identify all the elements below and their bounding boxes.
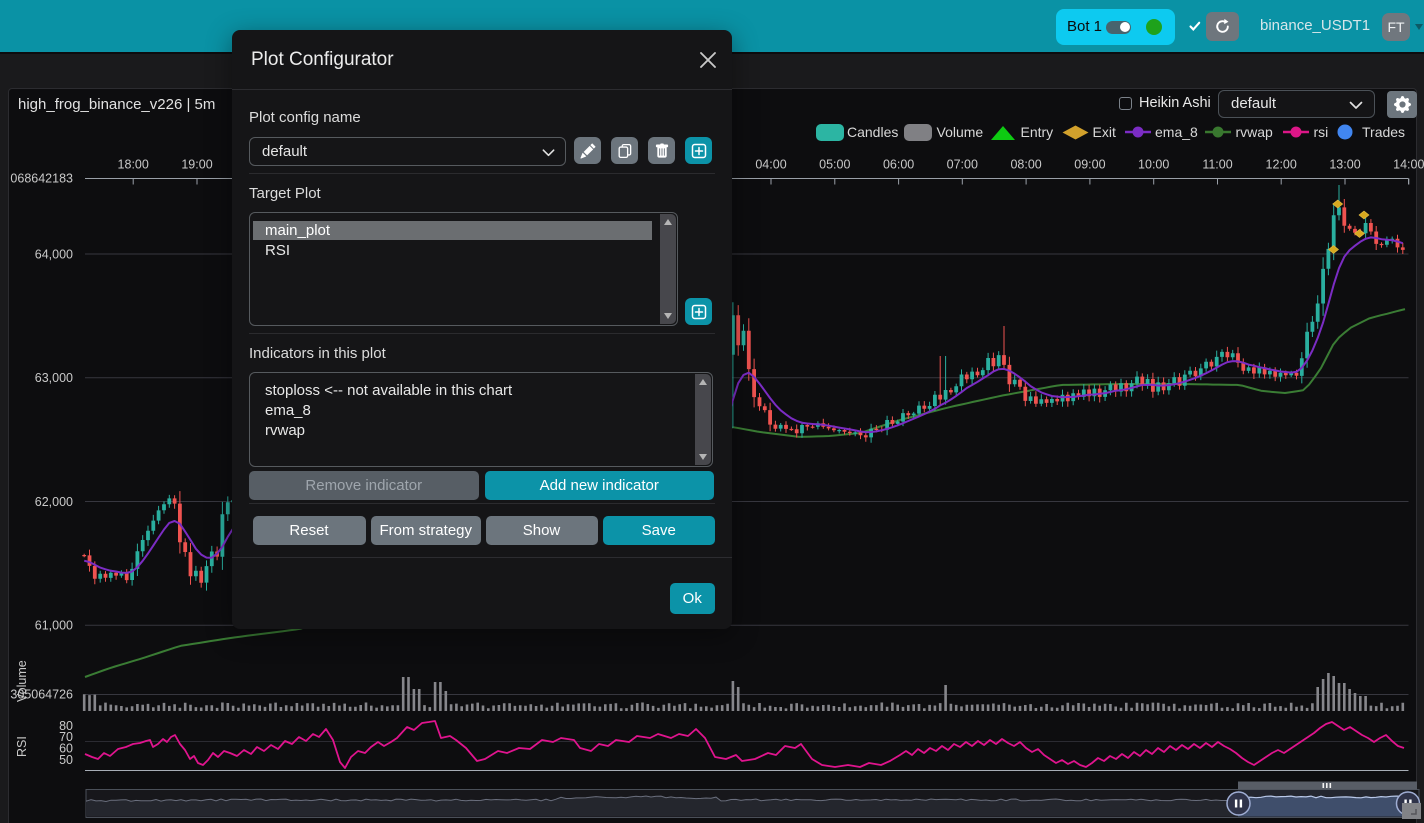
svg-text:08:00: 08:00 [1010,158,1041,172]
svg-text:06:00: 06:00 [883,158,914,172]
svg-text:07:00: 07:00 [947,158,978,172]
svg-text:19:00: 19:00 [181,158,212,172]
svg-text:068642183: 068642183 [10,172,73,186]
svg-text:05:00: 05:00 [819,158,850,172]
svg-text:RSI: RSI [15,736,29,757]
svg-text:10:00: 10:00 [1138,158,1169,172]
svg-text:13:00: 13:00 [1329,158,1360,172]
svg-text:64,000: 64,000 [35,247,73,261]
svg-text:04:00: 04:00 [755,158,786,172]
svg-text:61,000: 61,000 [35,619,73,633]
svg-text:50: 50 [59,753,73,767]
svg-text:11:00: 11:00 [1202,158,1232,172]
svg-text:63,000: 63,000 [35,371,73,385]
svg-text:Volume: Volume [15,660,29,702]
svg-text:12:00: 12:00 [1266,158,1297,172]
svg-text:18:00: 18:00 [118,158,149,172]
svg-text:14:00: 14:00 [1393,158,1424,172]
svg-text:62,000: 62,000 [35,495,73,509]
svg-text:09:00: 09:00 [1074,158,1105,172]
